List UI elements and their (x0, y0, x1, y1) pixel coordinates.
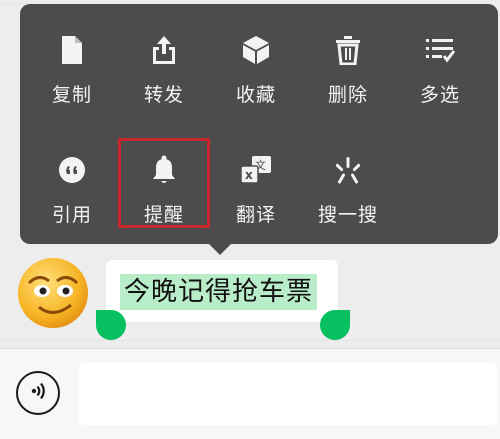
message-context-menu: 复制 转发 收藏 删除 多选 引用 提醒 文 x 翻译 搜一搜 (20, 4, 498, 244)
voice-icon (27, 380, 49, 406)
chat-input-bar (0, 348, 500, 439)
search-one-icon (334, 150, 362, 190)
selection-handle-right[interactable] (320, 310, 350, 340)
translate-icon: 文x (240, 150, 272, 190)
menu-item-label: 搜一搜 (317, 204, 378, 226)
favorite-icon (241, 30, 271, 70)
message-text[interactable]: 今晚记得抢车票 (120, 274, 318, 310)
menu-item-multi-select[interactable]: 多选 (394, 4, 486, 114)
menu-item-label: 翻译 (235, 204, 276, 226)
menu-item-label: 转发 (143, 84, 184, 106)
menu-item-copy[interactable]: 复制 (26, 4, 118, 114)
menu-item-forward[interactable]: 转发 (118, 4, 210, 114)
menu-item-label: 收藏 (235, 84, 276, 106)
message-input[interactable] (78, 363, 498, 425)
copy-icon (60, 30, 84, 70)
delete-icon (335, 30, 361, 70)
menu-pointer (208, 243, 232, 255)
forward-icon (151, 30, 177, 70)
menu-item-translate[interactable]: 文x 翻译 (210, 124, 302, 234)
multi-select-icon (425, 30, 455, 70)
menu-item-label: 多选 (419, 84, 460, 106)
menu-item-favorite[interactable]: 收藏 (210, 4, 302, 114)
remind-highlight-box (118, 138, 210, 228)
svg-text:x: x (245, 168, 253, 182)
menu-item-label: 引用 (51, 204, 92, 226)
menu-item-delete[interactable]: 删除 (302, 4, 394, 114)
menu-item-label: 复制 (51, 84, 92, 106)
selection-handle-left[interactable] (96, 310, 126, 340)
avatar[interactable] (17, 257, 89, 329)
menu-item-search-one[interactable]: 搜一搜 (302, 124, 394, 234)
quote-icon (58, 150, 86, 190)
background-divider (0, 4, 20, 5)
background-divider (0, 340, 500, 341)
voice-input-button[interactable] (16, 371, 60, 415)
menu-item-label: 删除 (327, 84, 368, 106)
menu-item-quote[interactable]: 引用 (26, 124, 118, 234)
